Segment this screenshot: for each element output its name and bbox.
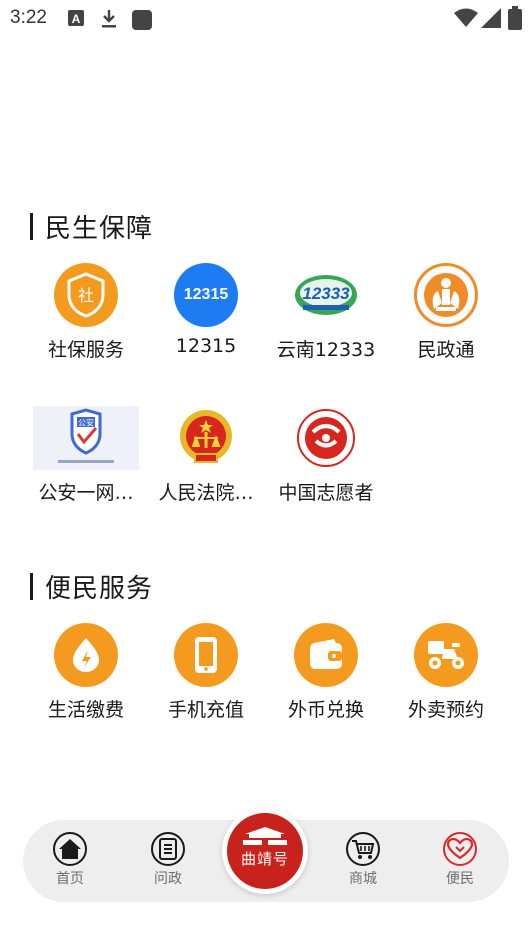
- nav-label: 便民: [446, 871, 474, 887]
- service-label: 社保服务: [47, 339, 124, 361]
- download-icon: [102, 10, 116, 28]
- nav-label: 问政: [154, 871, 182, 887]
- service-label: 云南12333: [276, 339, 376, 361]
- service-label: 生活缴费: [47, 699, 124, 721]
- service-court[interactable]: 人民法院…: [144, 406, 268, 505]
- phone-recharge-icon: [174, 623, 238, 687]
- service-social-security[interactable]: 社 社保服务: [24, 263, 148, 362]
- police-service-icon: 公安: [33, 406, 139, 470]
- court-emblem-icon: [174, 406, 238, 470]
- service-yunnan-12333[interactable]: 12333 云南12333: [264, 263, 388, 362]
- service-label: 公安一网…: [38, 482, 134, 504]
- section-heading: 便民服务: [45, 573, 154, 604]
- service-label: 外卖预约: [407, 699, 484, 721]
- city-gate-icon: 曲靖号: [227, 813, 303, 889]
- battery-icon: [508, 6, 522, 30]
- signal-icon: [481, 8, 501, 28]
- civil-affairs-icon: [414, 263, 478, 327]
- service-utility-payment[interactable]: 生活缴费: [24, 623, 148, 722]
- volunteer-logo-icon: [294, 406, 358, 470]
- document-icon: [151, 832, 185, 866]
- section-title-convenience: 便民服务: [30, 570, 154, 604]
- svg-text:公安: 公安: [78, 418, 94, 428]
- section-title-livelihood: 民生保障: [30, 210, 154, 244]
- service-label: 人民法院…: [158, 482, 254, 504]
- nav-convenience[interactable]: 便民: [425, 832, 495, 888]
- service-label: 手机充值: [167, 699, 244, 721]
- section-heading: 民生保障: [45, 213, 154, 244]
- service-civil-affairs[interactable]: 民政通: [384, 263, 508, 362]
- wifi-icon: [454, 8, 478, 27]
- svg-text:社: 社: [78, 286, 94, 305]
- yunnan-12333-icon: 12333: [291, 263, 361, 327]
- section-marker: [30, 572, 33, 600]
- nav-center-qujing[interactable]: 曲靖号: [222, 808, 308, 894]
- currency-exchange-icon: [294, 623, 358, 687]
- app-notification-icon: [132, 10, 152, 30]
- nav-center-label: 曲靖号: [240, 849, 289, 868]
- service-phone-recharge[interactable]: 手机充值: [144, 623, 268, 722]
- service-12315[interactable]: 12315 12315: [144, 263, 268, 357]
- home-icon: [53, 832, 87, 866]
- hotline-number-glyph: 12315: [183, 286, 229, 303]
- heart-icon: [443, 832, 477, 866]
- service-label: 外币兑换: [287, 699, 364, 721]
- consumer-hotline-icon: 12315: [174, 263, 238, 327]
- service-police[interactable]: 公安 公安一网…: [24, 406, 148, 505]
- svg-text:A: A: [72, 12, 81, 26]
- service-label: 民政通: [417, 339, 475, 361]
- social-security-icon: 社: [54, 263, 118, 327]
- nav-home[interactable]: 首页: [35, 832, 105, 888]
- nav-label: 首页: [56, 871, 84, 887]
- status-bar: 3:22 A: [0, 0, 532, 38]
- service-currency-exchange[interactable]: 外币兑换: [264, 623, 388, 722]
- status-time: 3:22: [10, 7, 47, 28]
- nav-inquiry[interactable]: 问政: [133, 832, 203, 888]
- utility-payment-icon: [54, 623, 118, 687]
- service-volunteer[interactable]: 中国志愿者: [264, 406, 388, 505]
- section-marker: [30, 212, 33, 240]
- service-label: 12315: [175, 335, 237, 357]
- service-label: 中国志愿者: [278, 482, 374, 504]
- food-delivery-icon: [414, 623, 478, 687]
- a-letter-icon: A: [68, 10, 84, 26]
- svg-text:12333: 12333: [302, 284, 350, 303]
- service-food-delivery[interactable]: 外卖预约: [384, 623, 508, 722]
- nav-mall[interactable]: 商城: [328, 832, 398, 888]
- cart-icon: [346, 832, 380, 866]
- nav-label: 商城: [349, 871, 377, 887]
